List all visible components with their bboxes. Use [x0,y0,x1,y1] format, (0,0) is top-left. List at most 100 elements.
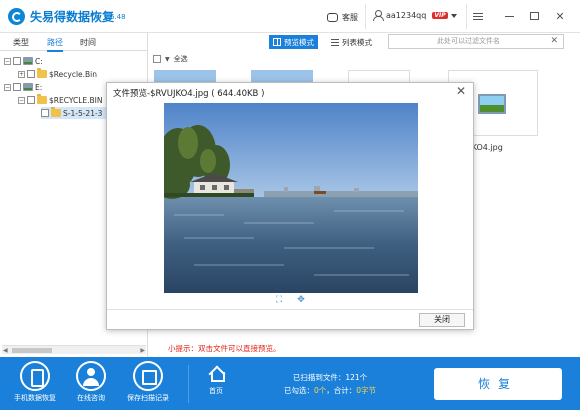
preview-mode-button[interactable]: 预览模式 [269,35,318,49]
app-version: 6.48 [110,13,126,21]
maximize-button[interactable] [527,9,541,23]
filter-placeholder: 此处可以过滤文件名 [437,37,500,45]
selected-line: 已勾选：0个，合计：0字节 [260,384,400,397]
lake-photo [164,103,418,293]
selected-prefix: 已勾选： [283,386,314,395]
phone-icon [20,361,50,391]
list-view-icon [331,38,339,46]
filter-tabs: 类型 路径 时间 [0,33,148,52]
tree-item-label: $RECYCLE.BIN [49,95,103,105]
header-divider [466,4,467,29]
close-icon: ✕ [555,9,565,23]
list-mode-button[interactable]: 列表模式 [327,35,376,49]
collapse-icon[interactable]: − [18,96,25,104]
user-menu[interactable]: aa1234qq VIP [373,10,457,21]
home-button[interactable]: 首页 [199,365,233,396]
chevron-down-icon [450,13,457,18]
scanned-count-line: 已扫描到文件：121个 [260,371,400,384]
expand-icon[interactable]: + [18,70,25,78]
tree-checkbox[interactable] [27,70,35,78]
support-button[interactable]: 客服 [327,10,358,24]
user-icon [373,10,384,21]
select-all-label: 全选 [173,55,188,63]
save-scan-record-button[interactable]: 保存扫描记录 [113,361,183,407]
scroll-left-icon[interactable]: ◀ [3,347,8,354]
dropdown-arrow-icon[interactable]: ▼ [165,56,170,63]
folder-icon [37,94,47,104]
save-scan-record-label: 保存扫描记录 [127,394,169,402]
username: aa1234qq [386,11,427,20]
tree-item-label: E: [35,82,43,92]
total-size: 0字节 [356,386,377,395]
home-label: 首页 [209,387,223,395]
tree-checkbox[interactable] [13,83,21,91]
tab-time[interactable]: 时间 [80,37,96,48]
support-person-icon [76,361,106,391]
home-icon [208,365,225,382]
menu-button[interactable] [471,9,485,23]
dialog-close-button[interactable]: 关闭 [419,313,465,327]
image-file-icon [478,94,506,114]
scan-stats: 已扫描到文件：121个 已勾选：0个，合计：0字节 [260,371,400,397]
filename-filter-input[interactable]: 此处可以过滤文件名 ✕ [388,34,564,49]
dialog-close-icon[interactable]: ✕ [456,84,466,98]
scroll-right-icon[interactable]: ▶ [140,347,145,354]
bar-divider [188,365,189,403]
tree-checkbox[interactable] [27,96,35,104]
tree-checkbox[interactable] [13,57,21,65]
app-title: 失易得数据恢复 [30,10,115,24]
preview-mode-label: 预览模式 [284,37,314,47]
view-toolbar: 预览模式 列表模式 此处可以过滤文件名 ✕ [148,33,580,51]
tab-type[interactable]: 类型 [13,37,29,48]
tree-checkbox[interactable] [41,109,49,117]
file-preview-dialog: 文件预览-$RVUJKO4.jpg ( 644.40KB ) ✕ ⛶ ✥ 关闭 [106,82,474,330]
tree-item-recycle-bin-e[interactable]: − $RECYCLE.BIN [18,94,103,106]
tree-item-label: $Recycle.Bin [49,69,98,79]
hint-text: 小提示：双击文件可以直接预览。 [168,344,281,353]
tree-item-drive-c[interactable]: − C: [4,55,43,67]
tree-item-drive-e[interactable]: − E: [4,81,42,93]
title-bar: 失易得数据恢复 6.48 客服 aa1234qq VIP ✕ [0,0,580,33]
preview-image [164,103,418,293]
rotate-icon[interactable]: ✥ [295,294,307,306]
save-icon [133,361,163,391]
phone-recovery-label: 手机数据恢复 [14,394,56,402]
app-logo-icon [8,8,25,25]
recover-button[interactable]: 恢复 [434,368,562,400]
total-prefix: ，合计： [326,386,357,395]
support-label: 客服 [342,12,358,22]
folder-icon [51,107,61,117]
bottom-action-bar: 手机数据恢复 在线咨询 保存扫描记录 首页 已扫描到文件：121个 已勾选：0个… [0,357,580,410]
horizontal-scrollbar[interactable]: ◀ ▶ [2,345,146,354]
select-all[interactable]: ▼ 全选 [148,52,188,66]
minimize-button[interactable] [502,9,516,23]
tree-item-recycle-bin[interactable]: + $Recycle.Bin [18,68,97,80]
collapse-icon[interactable]: − [4,83,11,91]
tree-item-label: S-1-5-21-3 [63,108,103,118]
clear-icon[interactable]: ✕ [550,35,558,48]
folder-icon [37,68,47,78]
minimize-icon [504,15,514,17]
header-divider [365,4,366,29]
collapse-icon[interactable]: − [4,57,11,65]
dialog-divider [107,309,473,310]
vip-badge: VIP [432,12,448,19]
close-window-button[interactable]: ✕ [553,9,567,23]
tab-path[interactable]: 路径 [47,37,63,52]
tree-item-label: C: [35,56,43,66]
grid-view-icon [273,38,281,46]
drive-icon [23,83,33,91]
zoom-fit-icon[interactable]: ⛶ [273,294,285,306]
chat-icon [327,10,338,22]
list-mode-label: 列表模式 [342,37,372,47]
selected-count: 0个 [313,386,327,395]
dialog-title: 文件预览-$RVUJKO4.jpg ( 644.40KB ) [113,89,265,99]
scanned-prefix: 已扫描到文件： [292,373,346,382]
tree-item-sid-folder[interactable]: S-1-5-21-3 [41,107,107,119]
scanned-count: 121个 [345,373,368,382]
hamburger-icon [473,12,483,20]
online-consult-label: 在线咨询 [77,394,105,402]
maximize-icon [529,12,539,20]
scroll-thumb[interactable] [12,348,52,353]
select-all-checkbox[interactable] [153,55,161,63]
